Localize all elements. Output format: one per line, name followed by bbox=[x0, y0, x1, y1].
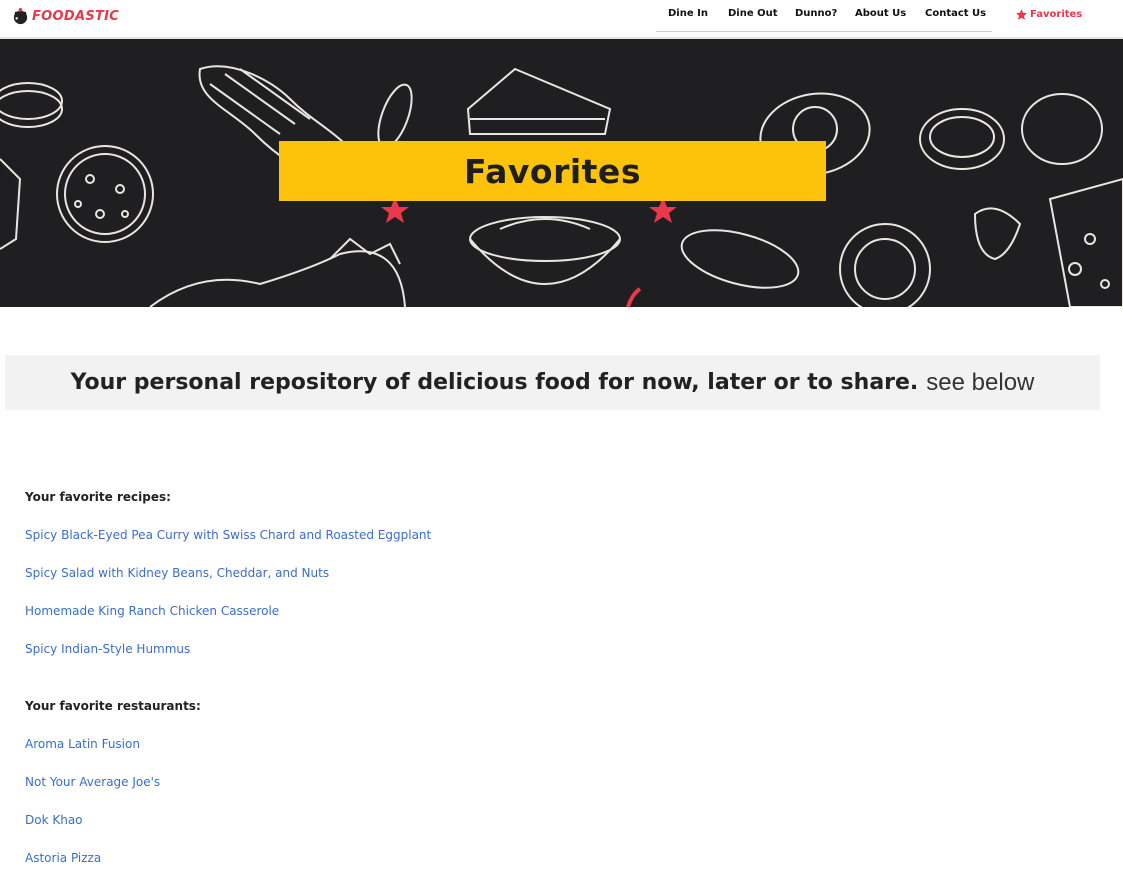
nav-favorites[interactable]: Favorites bbox=[1015, 8, 1082, 21]
favorites-content: Your favorite recipes: Spicy Black-Eyed … bbox=[25, 489, 625, 866]
restaurants-heading: Your favorite restaurants: bbox=[25, 699, 201, 713]
restaurant-link[interactable]: Dok Khao bbox=[25, 812, 625, 828]
restaurant-link[interactable]: Astoria Pizza bbox=[25, 850, 625, 866]
logo-wordmark: FOODASTIC bbox=[32, 8, 120, 24]
top-navbar: FOODASTIC Dine In Dine Out Dunno? About … bbox=[0, 0, 1123, 39]
cooking-pot-icon bbox=[13, 7, 28, 24]
restaurant-link[interactable]: Not Your Average Joe's bbox=[25, 774, 625, 790]
nav-about-us[interactable]: About Us bbox=[855, 8, 906, 19]
tagline-text: Your personal repository of delicious fo… bbox=[70, 370, 919, 395]
nav-favorites-label: Favorites bbox=[1030, 9, 1083, 20]
nav-dine-out[interactable]: Dine Out bbox=[728, 8, 778, 19]
nav-dunno[interactable]: Dunno? bbox=[795, 8, 837, 19]
page-title-banner: Favorites bbox=[279, 141, 826, 201]
recipe-link[interactable]: Spicy Salad with Kidney Beans, Cheddar, … bbox=[25, 565, 625, 581]
site-logo[interactable]: FOODASTIC bbox=[11, 5, 119, 27]
recipe-link[interactable]: Spicy Indian-Style Hummus bbox=[25, 641, 625, 657]
page-title: Favorites bbox=[464, 151, 641, 191]
restaurant-link[interactable]: Aroma Latin Fusion bbox=[25, 736, 625, 752]
tagline-bar: Your personal repository of delicious fo… bbox=[5, 355, 1100, 410]
nav-contact-us[interactable]: Contact Us bbox=[925, 8, 986, 19]
tagline-see-below: see below bbox=[926, 368, 1035, 396]
nav-dine-in[interactable]: Dine In bbox=[668, 8, 708, 19]
hero-banner: Favorites bbox=[0, 39, 1123, 307]
star-icon bbox=[1016, 9, 1027, 20]
main-menu: Dine In Dine Out Dunno? About Us Contact… bbox=[656, 0, 992, 32]
recipe-link[interactable]: Spicy Black-Eyed Pea Curry with Swiss Ch… bbox=[25, 527, 625, 543]
recipe-link[interactable]: Homemade King Ranch Chicken Casserole bbox=[25, 603, 625, 619]
recipes-heading: Your favorite recipes: bbox=[25, 490, 171, 504]
